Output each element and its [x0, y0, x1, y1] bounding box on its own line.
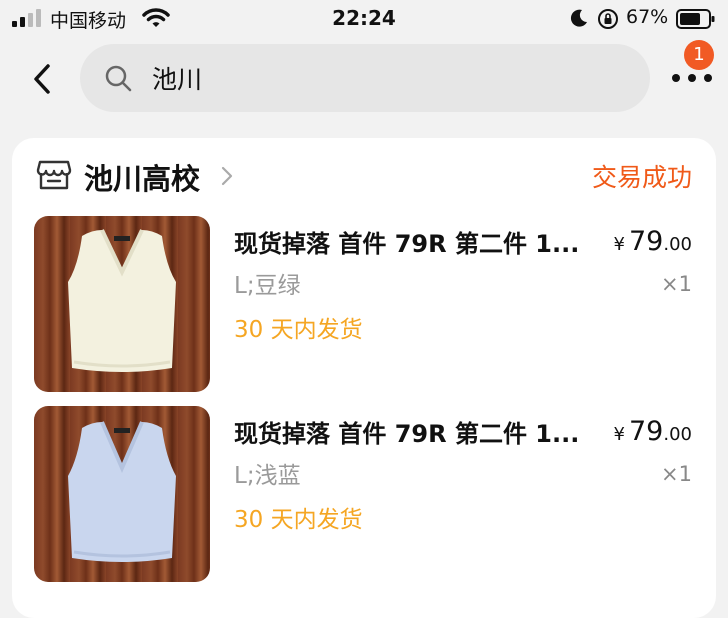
- shop-header: 池川高校 交易成功: [12, 138, 716, 214]
- battery-percentage: 67%: [626, 6, 669, 28]
- status-bar: 中国移动 22:24 67%: [0, 0, 728, 38]
- product-title: 现货掉落 首件 79R 第二件 1...: [234, 230, 580, 258]
- product-thumbnail: [34, 216, 210, 392]
- shipping-note: 30 天内发货: [234, 317, 363, 343]
- shop-name-link[interactable]: 池川高校: [84, 156, 200, 198]
- shipping-note: 30 天内发货: [234, 507, 363, 533]
- moon-icon: [570, 9, 587, 27]
- product-price: ¥79.00: [613, 416, 692, 447]
- chevron-right-icon[interactable]: [220, 164, 234, 188]
- order-item[interactable]: 现货掉落 首件 79R 第二件 1... L;豆绿 30 天内发货 ¥79.00…: [12, 216, 716, 394]
- product-quantity: ×1: [661, 272, 692, 296]
- search-query: 池川: [152, 65, 203, 94]
- notification-badge: 1: [684, 40, 714, 70]
- search-input[interactable]: 池川: [80, 44, 650, 112]
- search-icon: [105, 65, 132, 92]
- product-spec: L;豆绿: [234, 273, 301, 299]
- battery-icon: [676, 9, 715, 29]
- product-quantity: ×1: [661, 462, 692, 486]
- order-status: 交易成功: [591, 163, 692, 192]
- back-arrow-icon[interactable]: [28, 62, 56, 96]
- product-price: ¥79.00: [613, 226, 692, 257]
- order-item[interactable]: 现货掉落 首件 79R 第二件 1... L;浅蓝 30 天内发货 ¥79.00…: [12, 406, 716, 584]
- product-thumbnail: [34, 406, 210, 582]
- shop-icon: [36, 160, 72, 190]
- rotation-lock-icon: [598, 9, 618, 29]
- order-card: 池川高校 交易成功 现货掉落 首件 79R 第二件 1... L;豆绿 30 天…: [12, 138, 716, 618]
- product-spec: L;浅蓝: [234, 463, 301, 489]
- product-title: 现货掉落 首件 79R 第二件 1...: [234, 420, 580, 448]
